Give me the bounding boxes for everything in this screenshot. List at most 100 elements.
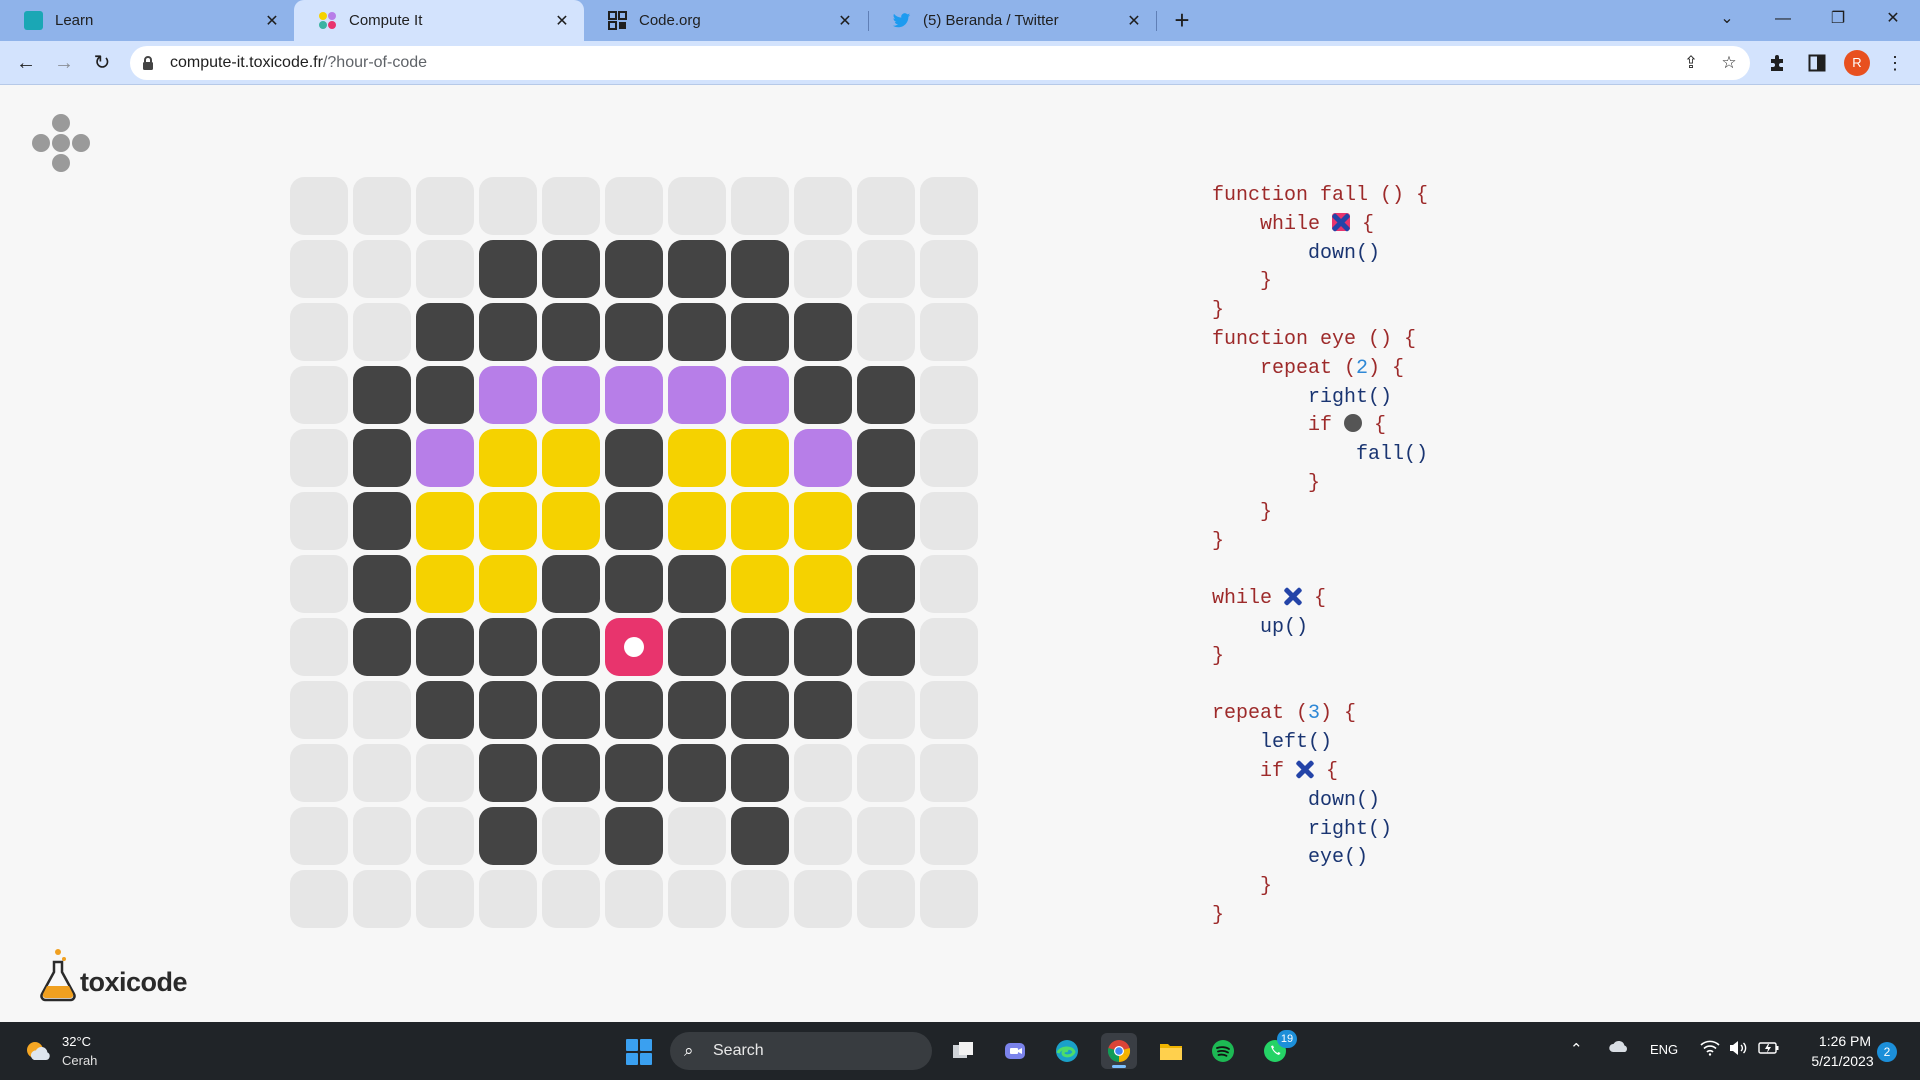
code-token: left() [1212, 731, 1333, 755]
grid-cell [668, 870, 726, 928]
whatsapp-icon[interactable]: 19 [1257, 1030, 1297, 1069]
address-bar[interactable]: compute-it.toxicode.fr/?hour-of-code ⇪ ☆ [130, 46, 1750, 80]
weather-sun-cloud-icon[interactable] [24, 1038, 50, 1064]
search-icon: ⌕ [684, 1041, 694, 1060]
file-explorer-icon[interactable] [1153, 1033, 1189, 1069]
restore-button[interactable]: ❐ [1818, 4, 1858, 34]
empty-cell-condition-icon[interactable] [1296, 760, 1314, 778]
close-tab-icon[interactable]: ✕ [1124, 11, 1144, 31]
empty-cell-condition-icon[interactable] [1332, 212, 1351, 231]
grid-cell [290, 555, 348, 613]
grid-cell [479, 618, 537, 676]
grid-cell [416, 555, 474, 613]
code-token: ) { [1368, 356, 1405, 380]
windows-start-icon[interactable] [626, 1039, 652, 1065]
grid-cell [857, 492, 915, 550]
toxicode-logo[interactable]: toxicode [38, 948, 188, 1002]
battery-icon[interactable] [1758, 1040, 1780, 1060]
code-token: down() [1212, 788, 1381, 812]
menu-dots-icon[interactable] [30, 114, 92, 176]
more-menu-icon[interactable]: ⋮ [1882, 50, 1908, 76]
grid-cell [479, 177, 537, 235]
grid-cell [731, 177, 789, 235]
close-tab-icon[interactable]: ✕ [552, 11, 572, 31]
code-line: while { [1212, 585, 1428, 614]
close-tab-icon[interactable]: ✕ [262, 11, 282, 31]
grid-cell [920, 870, 978, 928]
grid-cell [794, 744, 852, 802]
weather-temperature[interactable]: 32°C [62, 1034, 91, 1049]
clock-time[interactable]: 1:26 PM [1810, 1033, 1880, 1049]
notification-badge[interactable]: 2 [1877, 1042, 1897, 1062]
close-tab-icon[interactable]: ✕ [835, 11, 855, 31]
code-token: right() [1212, 817, 1393, 841]
onedrive-cloud-icon[interactable] [1608, 1038, 1630, 1058]
tab-learn[interactable]: Learn ✕ [0, 0, 294, 41]
back-arrow-icon[interactable]: ← [11, 48, 41, 78]
extensions-puzzle-icon[interactable] [1765, 50, 1791, 76]
grid-cell [479, 429, 537, 487]
code-token: } [1212, 270, 1273, 294]
tab-twitter[interactable]: (5) Beranda / Twitter ✕ [868, 0, 1156, 41]
grid-cell [668, 744, 726, 802]
code-token: repeat ( [1212, 702, 1309, 726]
filled-cell-condition-icon[interactable] [1344, 414, 1363, 433]
clock-date[interactable]: 5/21/2023 [1800, 1053, 1885, 1069]
puzzle-grid[interactable] [290, 177, 978, 928]
taskbar-search-label: Search [713, 1042, 764, 1059]
grid-cell [416, 303, 474, 361]
side-panel-icon[interactable] [1804, 50, 1830, 76]
task-view-icon[interactable] [945, 1033, 981, 1069]
chevron-up-icon[interactable]: ⌃ [1570, 1040, 1583, 1058]
grid-cell [479, 366, 537, 424]
grid-cell [605, 240, 663, 298]
grid-cell [542, 492, 600, 550]
grid-cell [857, 618, 915, 676]
grid-cell [668, 555, 726, 613]
grid-cell [416, 618, 474, 676]
grid-cell [353, 366, 411, 424]
code-line: function eye () { [1212, 326, 1428, 355]
grid-cell [605, 177, 663, 235]
chrome-icon[interactable] [1101, 1033, 1137, 1069]
edge-icon[interactable] [1049, 1033, 1085, 1069]
weather-condition[interactable]: Cerah [62, 1053, 97, 1068]
code-token: repeat ( [1212, 356, 1357, 380]
code-line: } [1212, 902, 1428, 931]
share-icon[interactable]: ⇪ [1680, 52, 1702, 74]
grid-cell [857, 681, 915, 739]
forward-arrow-icon[interactable]: → [49, 48, 79, 78]
grid-cell [731, 870, 789, 928]
empty-cell-condition-icon[interactable] [1284, 587, 1302, 605]
tab-compute-it[interactable]: Compute It ✕ [294, 0, 584, 41]
whatsapp-badge: 19 [1277, 1030, 1297, 1048]
close-window-button[interactable]: ✕ [1873, 4, 1913, 34]
grid-cell [353, 429, 411, 487]
code-token: { [1350, 212, 1375, 236]
grid-cell [668, 303, 726, 361]
minimize-button[interactable]: — [1763, 4, 1803, 34]
profile-avatar[interactable]: R [1844, 50, 1870, 76]
code-line: down() [1212, 240, 1428, 269]
grid-cell [353, 555, 411, 613]
spotify-icon[interactable] [1205, 1033, 1241, 1069]
url-text[interactable]: compute-it.toxicode.fr/?hour-of-code [170, 54, 427, 72]
grid-cell [668, 492, 726, 550]
brand-name: toxicode [80, 967, 188, 997]
tab-title: (5) Beranda / Twitter [923, 12, 1059, 29]
grid-cell [857, 870, 915, 928]
teams-chat-icon[interactable] [997, 1033, 1033, 1069]
tab-search-chevron-icon[interactable]: ⌄ [1707, 4, 1747, 34]
reload-icon[interactable]: ↻ [87, 48, 117, 78]
new-tab-button[interactable]: + [1167, 6, 1197, 36]
volume-icon[interactable] [1728, 1040, 1748, 1060]
code-token: } [1212, 500, 1273, 524]
language-indicator[interactable]: ENG [1650, 1042, 1678, 1057]
code-line: function fall () { [1212, 182, 1428, 211]
lock-icon[interactable] [142, 55, 154, 71]
grid-cell [605, 807, 663, 865]
bookmark-star-icon[interactable]: ☆ [1718, 52, 1740, 74]
tab-code-org[interactable]: Code.org ✕ [584, 0, 867, 41]
taskbar-search[interactable]: ⌕ Search [670, 1032, 932, 1070]
wifi-icon[interactable] [1700, 1040, 1720, 1060]
